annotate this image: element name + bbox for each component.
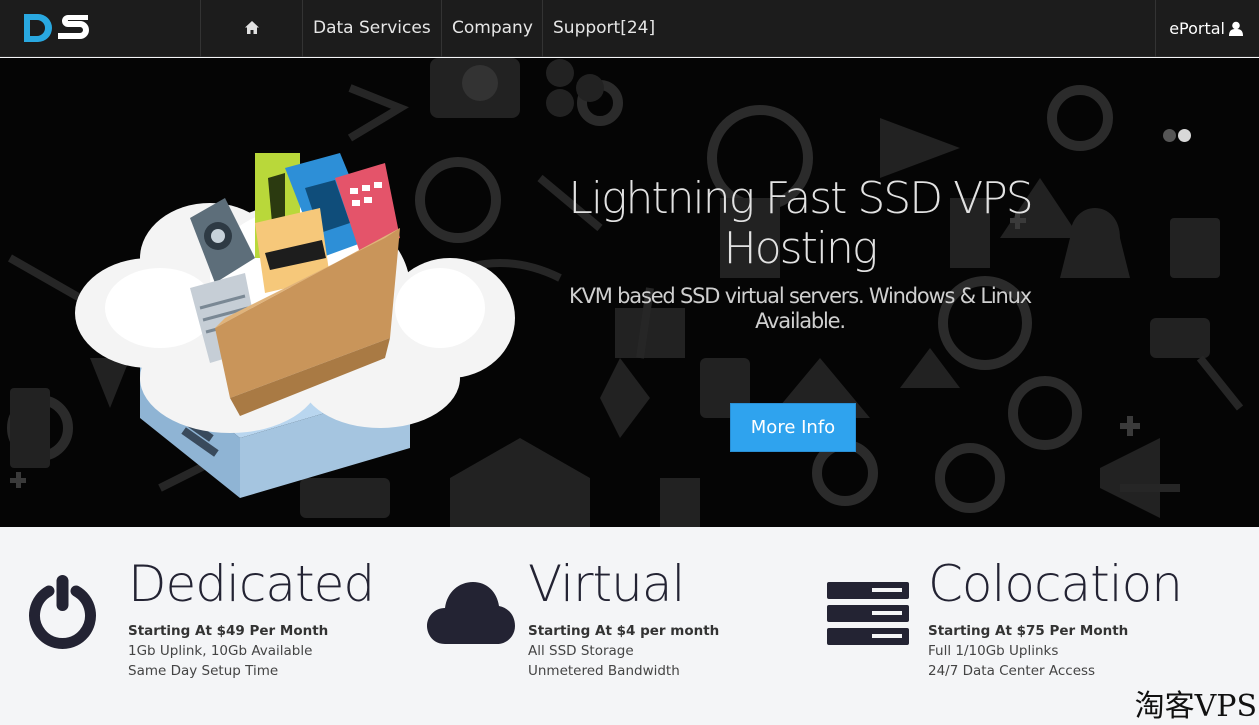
hero-title-line2: Hosting [723, 223, 879, 274]
eportal-link[interactable]: ePortal [1169, 0, 1243, 57]
service-dedicated[interactable]: Dedicated Starting At $49 Per Month 1Gb … [0, 527, 420, 725]
slide-dot-1[interactable] [1163, 129, 1176, 142]
service-price: Starting At $75 Per Month [928, 623, 1129, 639]
home-icon[interactable] [244, 20, 260, 35]
nav-divider [200, 0, 201, 57]
slide-dot-2[interactable] [1178, 129, 1191, 142]
hero-subtitle-line1: KVM based SSD virtual servers. Windows &… [569, 284, 1032, 308]
service-title: Colocation [928, 555, 1183, 613]
more-info-button[interactable]: More Info [730, 403, 856, 452]
service-price: Starting At $4 per month [528, 623, 720, 639]
nav-divider [542, 0, 543, 57]
services-section: Dedicated Starting At $49 Per Month 1Gb … [0, 527, 1259, 725]
nav-support[interactable]: Support[24] [553, 0, 655, 57]
power-icon [29, 575, 96, 650]
cloud-folder-illustration [75, 153, 515, 498]
service-virtual[interactable]: Virtual Starting At $4 per month All SSD… [420, 527, 820, 725]
nav-data-services[interactable]: Data Services [313, 0, 431, 57]
service-feature: Full 1/10Gb Uplinks [928, 643, 1059, 659]
eportal-label: ePortal [1169, 19, 1225, 38]
nav-divider [441, 0, 442, 57]
service-feature: Unmetered Bandwidth [528, 663, 680, 679]
top-navbar: Data Services Company Support[24] ePorta… [0, 0, 1259, 57]
ds-logo[interactable] [22, 12, 92, 44]
slider-pagination [1163, 127, 1193, 146]
hero-subtitle-line2: Available. [755, 309, 846, 333]
hero-title-line1: Lightning Fast SSD VPS [568, 173, 1033, 224]
user-icon [1229, 21, 1243, 36]
server-rack-icon [827, 582, 909, 645]
service-feature: All SSD Storage [528, 643, 634, 659]
watermark: 淘客VPS [1134, 689, 1257, 724]
nav-company[interactable]: Company [452, 0, 533, 57]
service-title: Virtual [528, 555, 685, 613]
nav-divider [302, 0, 303, 57]
hero-title: Lightning Fast SSD VPS Hosting [540, 174, 1060, 274]
nav-divider [1155, 0, 1156, 57]
cloud-icon [427, 582, 515, 644]
service-feature: 1Gb Uplink, 10Gb Available [128, 643, 313, 659]
service-title: Dedicated [128, 555, 375, 613]
service-feature: Same Day Setup Time [128, 663, 279, 679]
service-feature: 24/7 Data Center Access [928, 663, 1096, 679]
hero-slider: Lightning Fast SSD VPS Hosting KVM based… [0, 58, 1259, 527]
hero-subtitle: KVM based SSD virtual servers. Windows &… [540, 284, 1060, 334]
service-price: Starting At $49 Per Month [128, 623, 329, 639]
